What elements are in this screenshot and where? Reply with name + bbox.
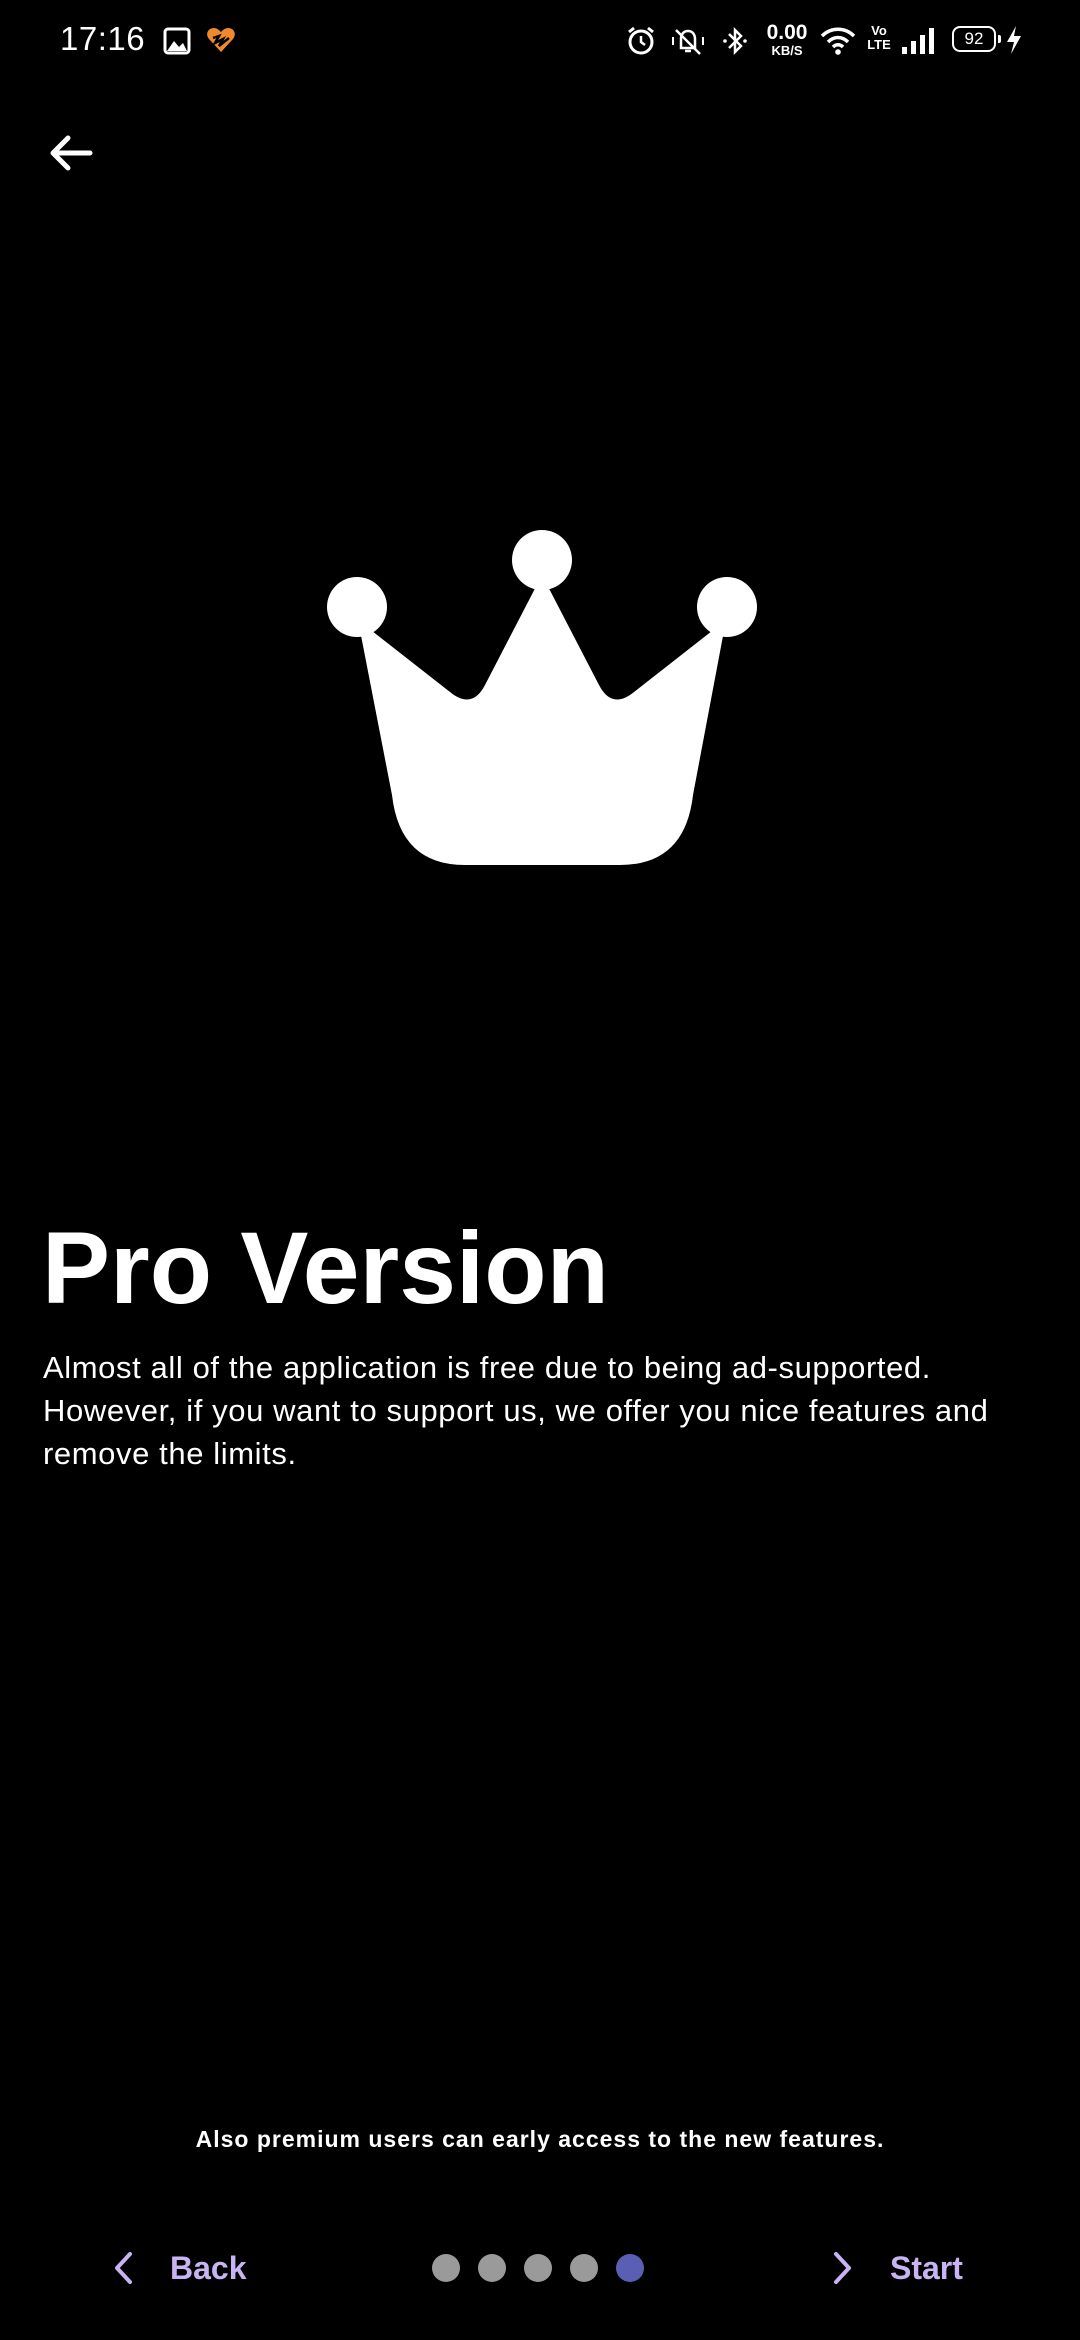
page-dot-active <box>616 2254 644 2282</box>
back-button-label: Back <box>170 2249 247 2286</box>
back-arrow-icon[interactable] <box>46 128 96 178</box>
chevron-right-icon <box>834 2252 851 2284</box>
page-dot <box>570 2254 598 2282</box>
network-speed-value: 0.00 <box>766 21 808 44</box>
page-dot <box>478 2254 506 2282</box>
mute-icon <box>672 29 704 55</box>
battery-indicator: 92 <box>952 26 1001 52</box>
start-button-label: Start <box>890 2249 963 2286</box>
page-indicator <box>432 2254 644 2282</box>
start-button[interactable]: Start <box>832 2240 963 2296</box>
network-speed-unit: KB/S <box>771 43 803 58</box>
wifi-icon <box>820 27 856 55</box>
charging-icon <box>1007 26 1021 54</box>
bluetooth-icon <box>723 26 747 56</box>
page-dot <box>432 2254 460 2282</box>
premium-note: Also premium users can early access to t… <box>195 2126 885 2152</box>
back-button[interactable]: Back <box>112 2240 247 2296</box>
page-title: Pro Version <box>42 1211 609 1325</box>
status-time: 17:16 <box>60 20 146 57</box>
network-speed: 0.00 KB/S <box>764 22 810 57</box>
page-description: Almost all of the application is free du… <box>43 1350 989 1471</box>
volte-line-1: Vo <box>871 23 887 38</box>
gallery-icon <box>163 27 191 55</box>
heart-app-icon <box>207 28 235 52</box>
page-dot <box>524 2254 552 2282</box>
status-bar: 17:16 0.00 KB/S Vo LTE 92 <box>0 0 1080 84</box>
crown-icon <box>327 530 757 865</box>
volte-indicator: Vo LTE <box>867 24 891 51</box>
volte-line-2: LTE <box>867 36 891 52</box>
chevron-left-icon <box>115 2252 132 2284</box>
signal-icon <box>902 28 934 54</box>
alarm-icon <box>628 26 654 55</box>
